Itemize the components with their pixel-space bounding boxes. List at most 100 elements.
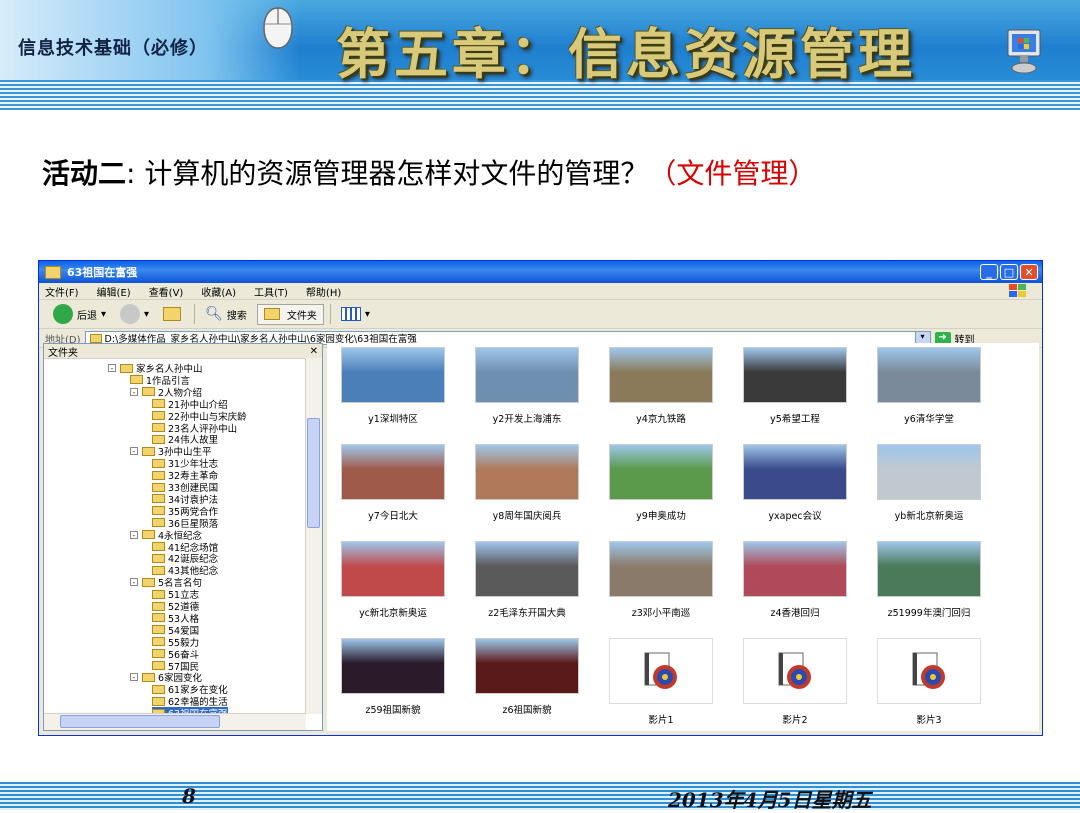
folder-icon [152, 613, 165, 623]
file-name: z51999年澳门回归 [887, 608, 971, 619]
file-item[interactable]: y1深圳特区 [331, 347, 455, 425]
image-thumbnail [609, 541, 713, 597]
image-thumbnail [475, 638, 579, 694]
toolbar-separator [194, 304, 196, 324]
page-number: 8 [182, 784, 196, 808]
file-name: y7今日北大 [368, 511, 418, 522]
file-item[interactable]: z59祖国新貌 [331, 638, 455, 716]
file-item[interactable]: y2开发上海浦东 [465, 347, 589, 425]
forward-arrow-icon [120, 304, 141, 324]
menu-view[interactable]: 查看(V) [149, 284, 184, 299]
activity-question: 活动二: 计算机的资源管理器怎样对文件的管理？（文件管理） [42, 152, 816, 192]
minimize-button[interactable]: _ [980, 264, 998, 280]
collapse-toggle-icon[interactable]: - [130, 530, 138, 539]
file-name: z3邓小平南巡 [631, 608, 691, 619]
folder-icon [152, 601, 165, 611]
file-item[interactable]: 影片3 [867, 638, 991, 726]
folder-tree: - 家乡名人孙中山 1作品引言 -2人物介绍 21孙中山介绍 22孙中山与宋庆龄 23名人评… [44, 358, 306, 714]
tree-horizontal-scrollbar[interactable] [44, 713, 306, 730]
folder-icon [152, 423, 165, 432]
search-label: 搜索 [226, 310, 247, 322]
folder-icon [130, 375, 143, 385]
file-item[interactable]: z2毛泽东开国大典 [465, 541, 589, 619]
file-name: y1深圳特区 [368, 414, 418, 425]
file-view: y1深圳特区 y2开发上海浦东 y4京九铁路 y5希望工程 y6清华学堂 y7今日北大 y8… [327, 343, 1039, 731]
file-item[interactable]: y5希望工程 [733, 347, 857, 425]
file-item[interactable]: y7今日北大 [331, 444, 455, 522]
menu-edit[interactable]: 编辑(E) [97, 284, 131, 299]
window-titlebar[interactable]: 63祖国在富强 [39, 261, 1042, 283]
image-thumbnail [743, 541, 847, 597]
image-thumbnail [743, 347, 847, 403]
folder-icon [152, 434, 165, 444]
search-icon: 🔍︎ [205, 306, 223, 322]
file-name: yb新北京新奥运 [894, 511, 964, 522]
file-item[interactable]: y4京九铁路 [599, 347, 723, 425]
folder-icon [152, 637, 165, 647]
file-name: y4京九铁路 [636, 414, 686, 425]
image-thumbnail [341, 347, 445, 403]
maximize-button[interactable]: □ [1000, 264, 1018, 280]
collapse-toggle-icon[interactable]: - [108, 364, 116, 373]
search-button[interactable]: 🔍︎ 搜索 [201, 304, 251, 324]
file-item[interactable]: y6清华学堂 [867, 347, 991, 425]
menu-tools[interactable]: 工具(T) [254, 284, 288, 299]
chapter-title: 第五章：信息资源管理 [336, 22, 916, 86]
scroll-thumb[interactable] [307, 418, 320, 528]
video-file-icon [743, 638, 847, 704]
menu-help[interactable]: 帮助(H) [306, 284, 341, 299]
file-name: yc新北京新奥运 [359, 608, 427, 619]
folder-icon [152, 506, 165, 516]
back-label: 后退 [77, 310, 97, 322]
collapse-toggle-icon[interactable]: - [130, 447, 138, 456]
file-name: 影片1 [648, 715, 674, 726]
file-item[interactable]: yb新北京新奥运 [867, 444, 991, 522]
mouse-icon [263, 7, 293, 49]
file-item[interactable]: z3邓小平南巡 [599, 541, 723, 619]
folder-icon [152, 565, 165, 575]
image-thumbnail [743, 444, 847, 500]
file-item[interactable]: yxapec会议 [733, 444, 857, 522]
scroll-thumb[interactable] [60, 715, 220, 728]
folders-label: 文件夹 [286, 310, 317, 322]
file-name: z2毛泽东开国大典 [488, 608, 566, 619]
collapse-toggle-icon[interactable]: - [130, 387, 138, 396]
folder-icon [142, 577, 155, 587]
file-item[interactable]: 影片2 [733, 638, 857, 726]
file-name: y8周年国庆阅兵 [492, 511, 562, 522]
tree-vertical-scrollbar[interactable] [305, 358, 322, 714]
close-button[interactable]: ✕ [1020, 264, 1038, 280]
folder-icon [142, 530, 155, 540]
collapse-toggle-icon[interactable]: - [130, 673, 138, 682]
menu-favorites[interactable]: 收藏(A) [201, 284, 236, 299]
menu-file[interactable]: 文件(F) [45, 284, 79, 299]
views-button[interactable]: ▾ [337, 305, 374, 323]
file-name: y2开发上海浦东 [492, 414, 562, 425]
back-dropdown-icon: ▾ [101, 308, 107, 320]
close-pane-icon[interactable]: ✕ [310, 346, 318, 357]
file-item[interactable]: y8周年国庆阅兵 [465, 444, 589, 522]
file-item[interactable]: z6祖国新貌 [465, 638, 589, 716]
folder-pane: 文件夹 ✕ - 家乡名人孙中山 1作品引言 -2人物介绍 21孙中山介绍 22孙中山与宋庆… [43, 343, 323, 731]
file-item[interactable]: z51999年澳门回归 [867, 541, 991, 619]
activity-highlight: （文件管理） [648, 157, 817, 190]
folders-button[interactable]: 文件夹 [256, 303, 324, 325]
file-item[interactable]: y9申奥成功 [599, 444, 723, 522]
folder-icon [152, 625, 165, 635]
file-item[interactable]: yc新北京新奥运 [331, 541, 455, 619]
file-name: 影片2 [782, 715, 808, 726]
file-name: y5希望工程 [770, 414, 820, 425]
file-item[interactable]: 影片1 [599, 638, 723, 726]
file-item[interactable]: z4香港回归 [733, 541, 857, 619]
back-button[interactable]: 后退 ▾ [49, 302, 110, 326]
activity-text: 计算机的资源管理器怎样对文件的管理？ [135, 157, 649, 190]
collapse-toggle-icon[interactable]: - [130, 578, 138, 587]
folder-icon [89, 333, 102, 343]
folder-pane-header: 文件夹 ✕ [44, 344, 322, 359]
folder-icon [45, 265, 61, 279]
up-button[interactable] [159, 305, 188, 323]
forward-button[interactable]: ▾ [116, 302, 153, 326]
folder-icon [152, 696, 165, 706]
folder-icon [152, 458, 165, 468]
window-controls: _ □ ✕ [980, 264, 1038, 280]
